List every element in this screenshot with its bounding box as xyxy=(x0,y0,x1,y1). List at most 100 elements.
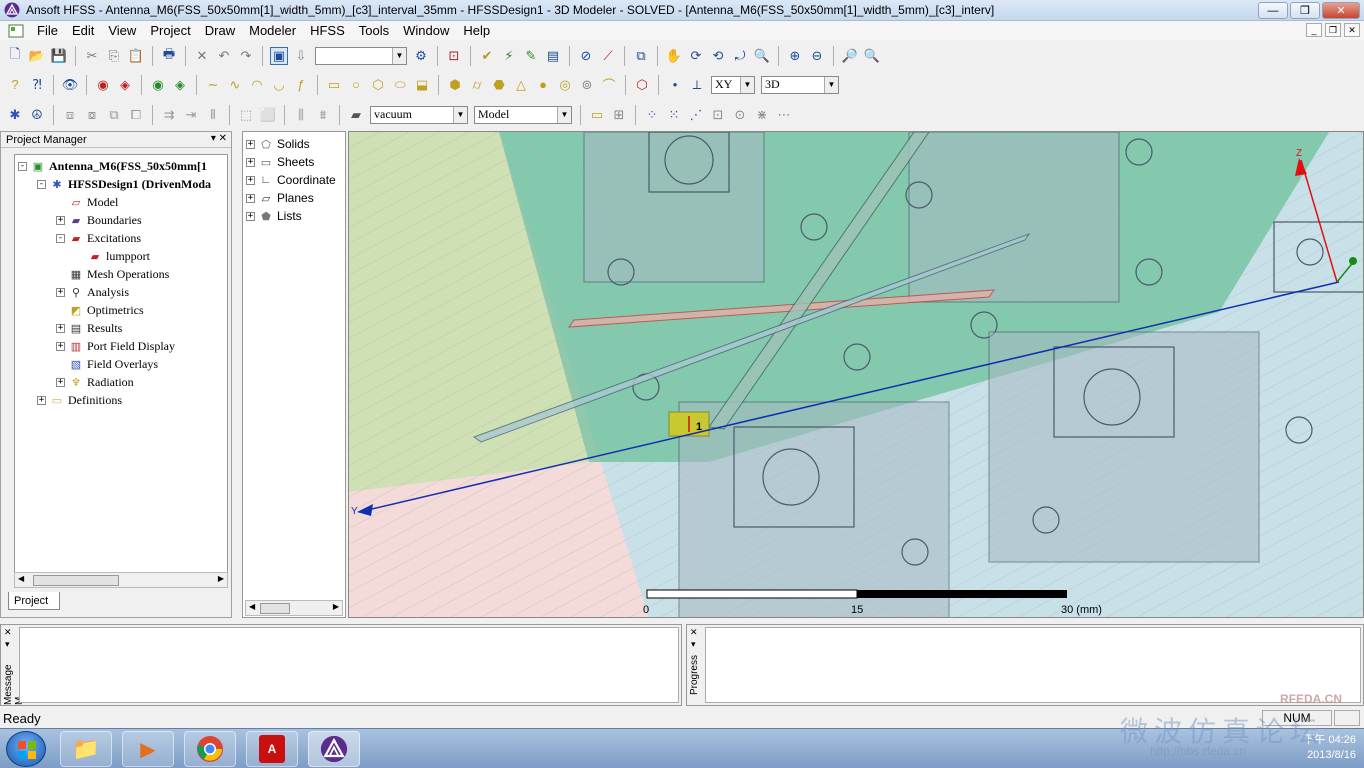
panel-pin-icon[interactable]: ▾ xyxy=(691,639,696,650)
help-icon[interactable]: ? xyxy=(6,76,24,94)
draw-ellipse-icon[interactable]: ⬭ xyxy=(391,76,409,94)
progress-list[interactable] xyxy=(705,627,1361,703)
report-icon[interactable]: ▤ xyxy=(544,47,562,65)
collapse-icon[interactable]: - xyxy=(37,179,46,189)
mdi-minimize-button[interactable]: _ xyxy=(1306,23,1322,37)
window-icon[interactable]: ⧉ xyxy=(632,47,650,65)
unite-icon[interactable]: ⧈ xyxy=(61,106,79,124)
tree-node-boundaries[interactable]: + ▰ Boundaries xyxy=(56,211,142,229)
draw-box-icon[interactable]: ⬢ xyxy=(446,76,464,94)
view-eye-icon[interactable]: 👁 xyxy=(61,76,79,94)
scroll-right-icon[interactable]: ▶ xyxy=(333,602,339,611)
expand-icon[interactable]: + xyxy=(56,287,65,297)
duplicate-mirror-icon[interactable]: ⩩ xyxy=(314,106,332,124)
maximize-button[interactable]: ❐ xyxy=(1290,2,1320,19)
print-icon[interactable]: 🖶 xyxy=(160,46,178,65)
select-object-icon[interactable]: ▣ xyxy=(270,46,288,65)
scrollbar-thumb[interactable] xyxy=(260,603,290,614)
zoom-icon[interactable]: 🔍 xyxy=(753,47,771,65)
3d-modeler-viewport[interactable]: 1 Y Z 0 15 30 (mm) xyxy=(348,131,1364,618)
expand-icon[interactable]: + xyxy=(246,157,255,167)
snap-arc-icon[interactable]: ⋯ xyxy=(775,106,793,124)
draw-rectangle-icon[interactable]: ▭ xyxy=(325,76,343,94)
selection-mode-select[interactable]: ▼ xyxy=(315,46,407,65)
message-list[interactable] xyxy=(19,627,679,703)
clock-date[interactable]: 2013/8/16 xyxy=(1303,748,1356,763)
rotate-icon[interactable]: ⟳ xyxy=(687,47,705,65)
coordinate-system-icon[interactable]: ⬡ xyxy=(633,76,651,94)
menu-window[interactable]: Window xyxy=(396,23,456,38)
material-icon[interactable]: ▰ xyxy=(347,106,365,124)
tree-node-radiation[interactable]: + ♆ Radiation xyxy=(56,373,134,391)
draw-helix-icon[interactable]: ⊚ xyxy=(578,76,596,94)
taskbar-acrobat[interactable]: A xyxy=(246,731,298,767)
draw-line-icon[interactable]: ∼ xyxy=(204,76,222,94)
results-icon[interactable]: ✎ xyxy=(522,47,540,65)
snap-face-icon[interactable]: ⊡ xyxy=(709,106,727,124)
rotate-axis-icon[interactable]: ⟲ xyxy=(709,47,727,65)
tree-node-definitions[interactable]: + ▭ Definitions xyxy=(37,391,122,409)
draw-regular-polyhedron-icon[interactable]: ⬣ xyxy=(490,76,508,94)
select-filter-icon[interactable]: ⚙ xyxy=(412,47,430,65)
orient-icon[interactable]: ⤾ xyxy=(731,47,749,65)
draw-sphere-icon[interactable]: ● xyxy=(534,76,552,94)
cut-icon[interactable]: ✂ xyxy=(83,47,101,65)
hide-all-icon[interactable]: ◈ xyxy=(116,76,134,94)
menu-edit[interactable]: Edit xyxy=(65,23,101,38)
scroll-left-icon[interactable]: ◀ xyxy=(249,602,255,611)
model-tree-solids[interactable]: + ⬠ Solids xyxy=(246,135,310,153)
start-button[interactable] xyxy=(6,731,46,767)
expand-icon[interactable]: + xyxy=(246,139,255,149)
tree-node-model[interactable]: ▱ Model xyxy=(56,193,119,211)
thicken-icon[interactable]: ⬜ xyxy=(259,106,277,124)
sweep-icon[interactable]: ⬚ xyxy=(237,106,255,124)
menu-view[interactable]: View xyxy=(101,23,143,38)
expand-icon[interactable]: + xyxy=(56,341,65,351)
scrollbar-thumb[interactable] xyxy=(33,575,119,586)
duplicate-icon[interactable]: ⫼ xyxy=(292,106,310,124)
snap-grid-icon[interactable]: ⁘ xyxy=(643,106,661,124)
redo-icon[interactable]: ↷ xyxy=(237,47,255,65)
analyze-icon[interactable]: ⚡ xyxy=(500,47,518,65)
tree-node-optimetrics[interactable]: ◩ Optimetrics xyxy=(56,301,144,319)
material-select[interactable]: vacuum ▼ xyxy=(370,105,468,124)
hide-object-icon[interactable]: ◉ xyxy=(94,76,112,94)
mirror-icon[interactable]: ⫴ xyxy=(204,106,222,124)
expand-icon[interactable]: + xyxy=(56,323,65,333)
expand-icon[interactable]: + xyxy=(56,215,65,225)
hfss-ie-icon[interactable]: ☮ xyxy=(28,106,46,124)
close-button[interactable]: ✕ xyxy=(1322,2,1360,19)
minimize-button[interactable]: — xyxy=(1258,2,1288,19)
model-tree-scrollbar[interactable]: ◀ ▶ xyxy=(245,600,343,616)
grid-plane-select[interactable]: XY ▼ xyxy=(711,75,755,94)
snap-vertex-icon[interactable]: ⁙ xyxy=(665,106,683,124)
draw-spline-icon[interactable]: ∿ xyxy=(226,76,244,94)
new-file-icon[interactable]: 🗋 xyxy=(6,46,24,65)
tree-node-antenna-m6-fss-50x50mm-1[interactable]: - ▣ Antenna_M6(FSS_50x50mm[1 xyxy=(18,157,207,175)
tree-node-mesh-operations[interactable]: ▦ Mesh Operations xyxy=(56,265,170,283)
scroll-right-icon[interactable]: ▶ xyxy=(218,574,224,583)
snap-quadrant-icon[interactable]: ⋇ xyxy=(753,106,771,124)
field-plot-icon[interactable]: ⊘ xyxy=(577,47,595,65)
taskbar-media-player[interactable]: ▶ xyxy=(122,731,174,767)
draw-cone-icon[interactable]: △ xyxy=(512,76,530,94)
menu-file[interactable]: File xyxy=(30,23,65,38)
split-icon[interactable]: ⧠ xyxy=(127,106,145,124)
snap-center-icon[interactable]: ⊙ xyxy=(731,106,749,124)
subtract-icon[interactable]: ⧇ xyxy=(83,106,101,124)
expand-icon[interactable]: + xyxy=(246,193,255,203)
draw-cylinder-icon[interactable]: ⌭ xyxy=(468,76,486,94)
document-icon[interactable] xyxy=(8,24,24,38)
show-all-icon[interactable]: ◈ xyxy=(171,76,189,94)
tree-node-results[interactable]: + ▤ Results xyxy=(56,319,122,337)
tree-node-lumpport[interactable]: ▰ lumpport xyxy=(75,247,150,265)
snap-edge-icon[interactable]: ⋰ xyxy=(687,106,705,124)
paste-icon[interactable]: 📋 xyxy=(127,47,145,65)
model-tree-coordinate[interactable]: + ∟ Coordinate xyxy=(246,171,336,189)
panel-close-icon[interactable]: ✕ xyxy=(4,627,12,638)
zoom-in-icon[interactable]: ⊕ xyxy=(786,47,804,65)
save-icon[interactable]: 💾 xyxy=(50,47,68,65)
clock-time[interactable]: 下午 04:26 xyxy=(1303,733,1356,748)
project-tree-scrollbar[interactable]: ◀ ▶ xyxy=(14,572,228,588)
tab-project[interactable]: Project xyxy=(8,592,60,610)
